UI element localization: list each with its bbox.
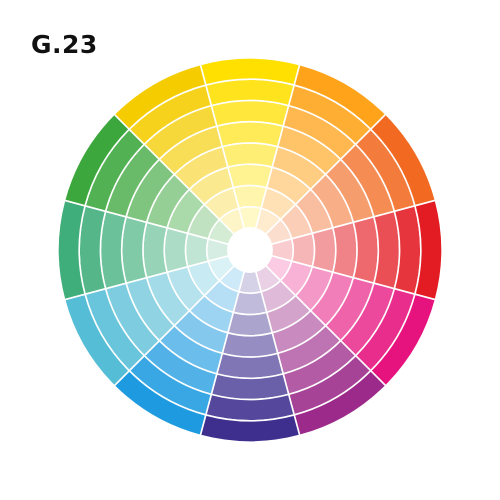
wheel-segment-red-ring-3 — [311, 226, 337, 274]
wheel-center — [227, 227, 273, 273]
wheel-segment-yellow-ring-5 — [215, 120, 285, 148]
wheel-segment-red-ring-5 — [352, 215, 380, 285]
wheel-segment-violet-ring-6 — [210, 372, 290, 401]
wheel-segment-teal-green-ring-5 — [120, 215, 148, 285]
wheel-segment-yellow-ring-3 — [226, 163, 274, 189]
wheel-segment-yellow-ring-6 — [210, 99, 290, 128]
wheel-segment-yellow-ring-4 — [221, 142, 279, 169]
wheel-segment-red-ring-6 — [372, 210, 401, 290]
wheel-segment-violet-ring-3 — [226, 311, 274, 337]
wheel-segment-violet-ring-4 — [221, 331, 279, 358]
wheel-segment-teal-green-ring-6 — [99, 210, 128, 290]
wheel-segment-violet-ring-5 — [215, 352, 285, 380]
color-wheel — [57, 57, 443, 443]
wheel-segment-red-ring-4 — [331, 221, 358, 279]
wheel-segment-teal-green-ring-3 — [163, 226, 189, 274]
wheel-segment-teal-green-ring-4 — [142, 221, 169, 279]
